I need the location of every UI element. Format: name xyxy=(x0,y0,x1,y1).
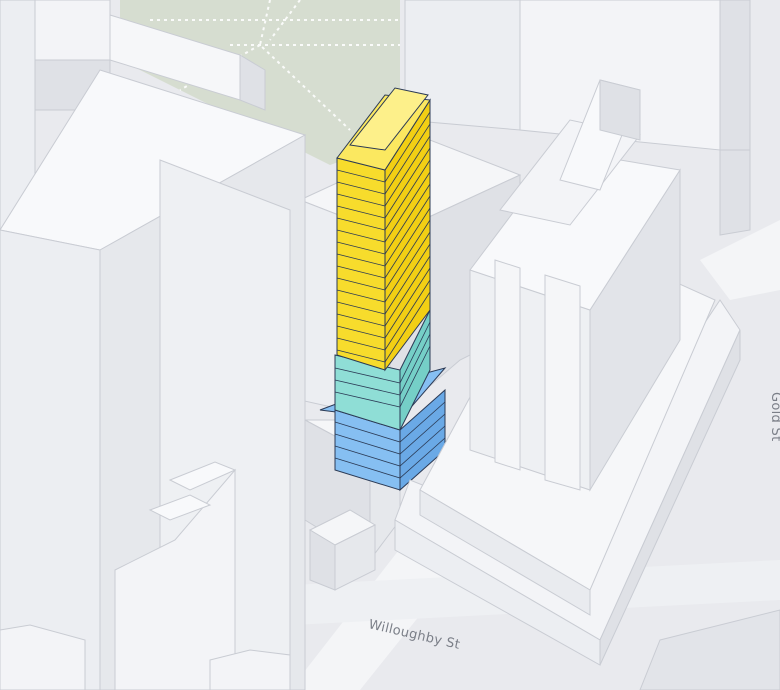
map-3d-view[interactable]: Willoughby St Gold St xyxy=(0,0,780,690)
street-label-gold: Gold St xyxy=(768,392,780,441)
